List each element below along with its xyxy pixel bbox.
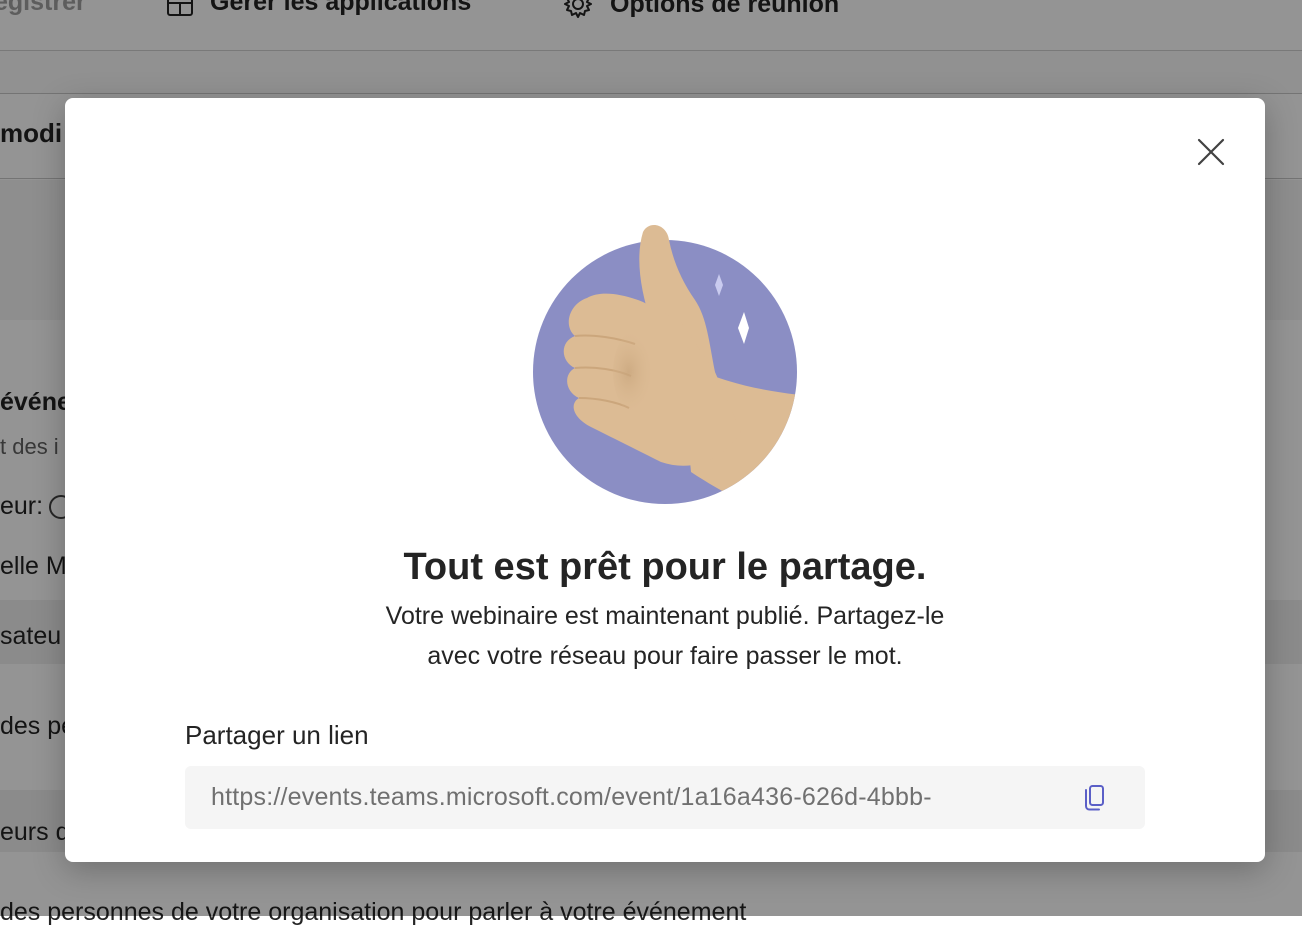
share-link-label: Partager un lien <box>185 720 369 750</box>
dialog-description: Votre webinaire est maintenant publié. P… <box>315 596 1015 676</box>
thumbs-up-illustration <box>533 225 797 504</box>
copy-link-button[interactable] <box>1081 784 1107 812</box>
close-icon <box>1197 138 1225 166</box>
share-dialog: Tout est prêt pour le partage. Votre web… <box>65 98 1265 862</box>
copy-icon <box>1085 785 1104 811</box>
dialog-description-line1: Votre webinaire est maintenant publié. P… <box>385 602 945 630</box>
dialog-description-line2: avec votre réseau pour faire passer le m… <box>427 642 903 670</box>
close-button[interactable] <box>1193 134 1229 170</box>
share-link-value[interactable]: https://events.teams.microsoft.com/event… <box>211 783 1057 812</box>
dialog-title: Tout est prêt pour le partage. <box>403 546 927 588</box>
share-link-field[interactable]: https://events.teams.microsoft.com/event… <box>185 766 1145 829</box>
